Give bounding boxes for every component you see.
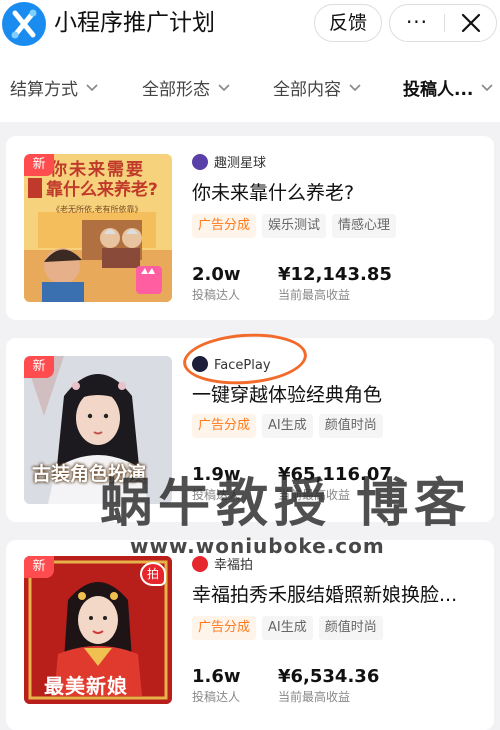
chevron-down-icon — [86, 84, 98, 92]
filter-form[interactable]: 全部形态 — [142, 78, 230, 102]
earnings-value: ¥65,116.07 — [278, 464, 392, 485]
close-icon[interactable] — [444, 5, 498, 41]
earnings-label: 当前最高收益 — [278, 288, 351, 302]
feedback-button[interactable]: 反馈 — [314, 4, 382, 42]
filter-settlement[interactable]: 结算方式 — [10, 78, 98, 102]
campaign-thumbnail: 古装角色扮演 新 — [24, 356, 172, 504]
source-label: 趣测星球 — [214, 156, 267, 171]
submitters-label: 投稿达人 — [192, 288, 241, 302]
earnings-stat: ¥65,116.07 当前最高收益 — [278, 464, 392, 504]
more-options-icon[interactable]: ··· — [390, 5, 444, 41]
thumbnail-headline: 最美新娘 — [44, 674, 128, 698]
submitters-stat: 1.9w 投稿达人 — [192, 464, 241, 504]
earnings-label: 当前最高收益 — [278, 488, 351, 502]
campaign-title: 你未来靠什么养老? — [192, 182, 355, 204]
filter-submitters[interactable]: 投稿人... — [403, 78, 493, 102]
tag-ad-share: 广告分成 — [192, 214, 257, 238]
campaign-card[interactable]: 你未来需要 靠什么来养老? 《老无所依,老有所依靠》 新 趣测星球 你未来靠什么… — [6, 136, 494, 320]
source-logo-icon — [192, 556, 208, 572]
thumbnail-headline: 靠什么来养老? — [46, 180, 158, 200]
tag-list: 广告分成 AI生成 颜值时尚 — [192, 414, 383, 438]
tag: 颜值时尚 — [318, 616, 383, 640]
thumbnail-headline: 古装角色扮演 — [32, 463, 147, 485]
earnings-stat: ¥6,534.36 当前最高收益 — [278, 666, 379, 706]
tag: AI生成 — [262, 414, 313, 438]
source-logo-icon — [192, 154, 208, 170]
heart-badge: 拍 — [140, 562, 166, 586]
tag-ad-share: 广告分成 — [192, 616, 257, 640]
new-badge: 新 — [24, 154, 54, 176]
submitters-count: 1.9w — [192, 464, 241, 485]
campaign-card[interactable]: 最美新娘 拍 新 幸福拍 幸福拍秀禾服结婚照新娘换脸... 广告分成 AI生成 … — [6, 540, 494, 730]
filter-label: 结算方式 — [10, 80, 78, 100]
submitters-count: 1.6w — [192, 666, 241, 687]
tag-ad-share: 广告分成 — [192, 414, 257, 438]
chevron-down-icon — [481, 84, 493, 92]
thumbnail-headline: 你未来需要 — [50, 160, 145, 180]
earnings-value: ¥12,143.85 — [278, 264, 392, 285]
tag: 颜值时尚 — [318, 414, 383, 438]
submitters-stat: 2.0w 投稿达人 — [192, 264, 241, 304]
app-logo-icon — [2, 2, 46, 46]
chevron-down-icon — [349, 84, 361, 92]
earnings-stat: ¥12,143.85 当前最高收益 — [278, 264, 392, 304]
source-name: 趣测星球 — [192, 154, 266, 173]
filter-label: 全部形态 — [142, 80, 210, 100]
page-title: 小程序推广计划 — [54, 10, 215, 36]
new-badge: 新 — [24, 356, 54, 378]
tag: AI生成 — [262, 616, 313, 640]
tag-list: 广告分成 娱乐测试 情感心理 — [192, 214, 397, 238]
earnings-value: ¥6,534.36 — [278, 666, 380, 687]
campaign-thumbnail: 你未来需要 靠什么来养老? 《老无所依,老有所依靠》 新 — [24, 154, 172, 302]
thumbnail-caption: 《老无所依,老有所依靠》 — [52, 205, 143, 214]
filter-content[interactable]: 全部内容 — [273, 78, 361, 102]
campaign-title: 一键穿越体验经典角色 — [192, 384, 383, 406]
tag-list: 广告分成 AI生成 颜值时尚 — [192, 616, 383, 640]
top-bar: 小程序推广计划 反馈 ··· — [0, 0, 500, 50]
source-label: 幸福拍 — [214, 558, 254, 573]
filter-label: 投稿人... — [403, 80, 474, 100]
tag: 情感心理 — [332, 214, 397, 238]
chevron-down-icon — [218, 84, 230, 92]
campaign-thumbnail: 最美新娘 拍 新 — [24, 556, 172, 704]
source-name: 幸福拍 — [192, 556, 253, 575]
submitters-count: 2.0w — [192, 264, 241, 285]
earnings-label: 当前最高收益 — [278, 690, 351, 704]
submitters-stat: 1.6w 投稿达人 — [192, 666, 241, 706]
new-badge: 新 — [24, 556, 54, 578]
mini-program-capsule: ··· — [389, 4, 497, 42]
tag: 娱乐测试 — [262, 214, 327, 238]
submitters-label: 投稿达人 — [192, 488, 241, 502]
filter-bar: 结算方式 全部形态 全部内容 投稿人... — [0, 50, 500, 122]
campaign-title: 幸福拍秀禾服结婚照新娘换脸... — [192, 584, 458, 606]
filter-label: 全部内容 — [273, 80, 341, 100]
submitters-label: 投稿达人 — [192, 690, 241, 704]
